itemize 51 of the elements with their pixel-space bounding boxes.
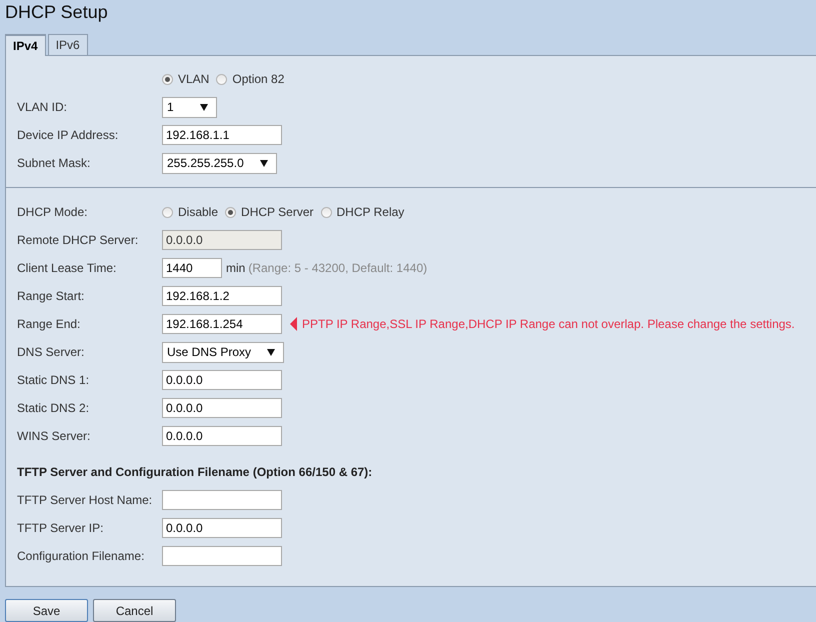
radio-label[interactable]: DHCP Server	[241, 205, 314, 219]
field-label: Range Start:	[17, 289, 84, 303]
field-label: Static DNS 2:	[17, 401, 90, 415]
input-field[interactable]: 192.168.1.254	[162, 314, 282, 334]
save-button[interactable]: Save	[5, 599, 88, 622]
section-heading: TFTP Server and Configuration Filename (Option 66/150 & 67):	[17, 465, 372, 479]
input-field[interactable]	[162, 490, 282, 510]
radio-button[interactable]	[162, 206, 173, 218]
page-title: DHCP Setup	[4, 1, 109, 24]
field-label: DNS Server:	[17, 345, 84, 359]
input-field[interactable]: 0.0.0.0	[162, 370, 282, 390]
input-field[interactable]: 192.168.1.1	[162, 125, 282, 145]
input-field[interactable]: 192.168.1.2	[162, 286, 282, 306]
input-field[interactable]: 0.0.0.0	[162, 426, 282, 446]
radio-label[interactable]: VLAN	[178, 72, 210, 86]
field-label: Client Lease Time:	[17, 261, 116, 275]
field-label: Configuration Filename:	[17, 549, 144, 563]
error-arrow-icon	[290, 317, 297, 331]
radio-button[interactable]	[225, 206, 236, 218]
input-field[interactable]: 0.0.0.0	[162, 518, 282, 538]
radio-label[interactable]: Disable	[178, 205, 218, 219]
field-label: DHCP Mode:	[17, 205, 88, 219]
dropdown[interactable]: 1	[162, 96, 217, 118]
field-label: TFTP Server IP:	[17, 521, 104, 535]
hint-text: (Range: 5 - 43200, Default: 1440)	[248, 261, 428, 275]
field-label: Subnet Mask:	[17, 156, 90, 170]
input-field[interactable]	[162, 546, 282, 566]
field-label: TFTP Server Host Name:	[17, 493, 152, 507]
cancel-button[interactable]: Cancel	[93, 599, 176, 622]
input-field[interactable]: 0.0.0.0	[162, 398, 282, 418]
radio-label[interactable]: Option 82	[232, 72, 284, 86]
caret-icon	[200, 104, 208, 110]
tab[interactable]: IPv4	[5, 34, 46, 56]
error-message: PPTP IP Range,SSL IP Range,DHCP IP Range can not overlap. Please change the settings.	[302, 317, 795, 331]
dropdown[interactable]: Use DNS Proxy	[162, 342, 284, 362]
field-label: Static DNS 1:	[17, 373, 90, 387]
field-label: Range End:	[17, 317, 80, 331]
radio-button[interactable]	[216, 74, 228, 84]
field-label: VLAN ID:	[17, 100, 68, 114]
field-label: WINS Server:	[17, 429, 90, 443]
input-field[interactable]: 1440	[162, 258, 222, 278]
field-label: Device IP Address:	[17, 128, 118, 142]
radio-button[interactable]	[162, 74, 173, 84]
radio-label[interactable]: DHCP Relay	[336, 205, 404, 219]
caret-icon	[260, 160, 268, 166]
dropdown[interactable]: 255.255.255.0	[162, 152, 277, 174]
caret-icon	[267, 348, 276, 356]
tab[interactable]: IPv6	[48, 34, 88, 55]
field-label: Remote DHCP Server:	[17, 233, 138, 247]
radio-button[interactable]	[320, 206, 332, 218]
unit-label: min	[226, 261, 246, 275]
